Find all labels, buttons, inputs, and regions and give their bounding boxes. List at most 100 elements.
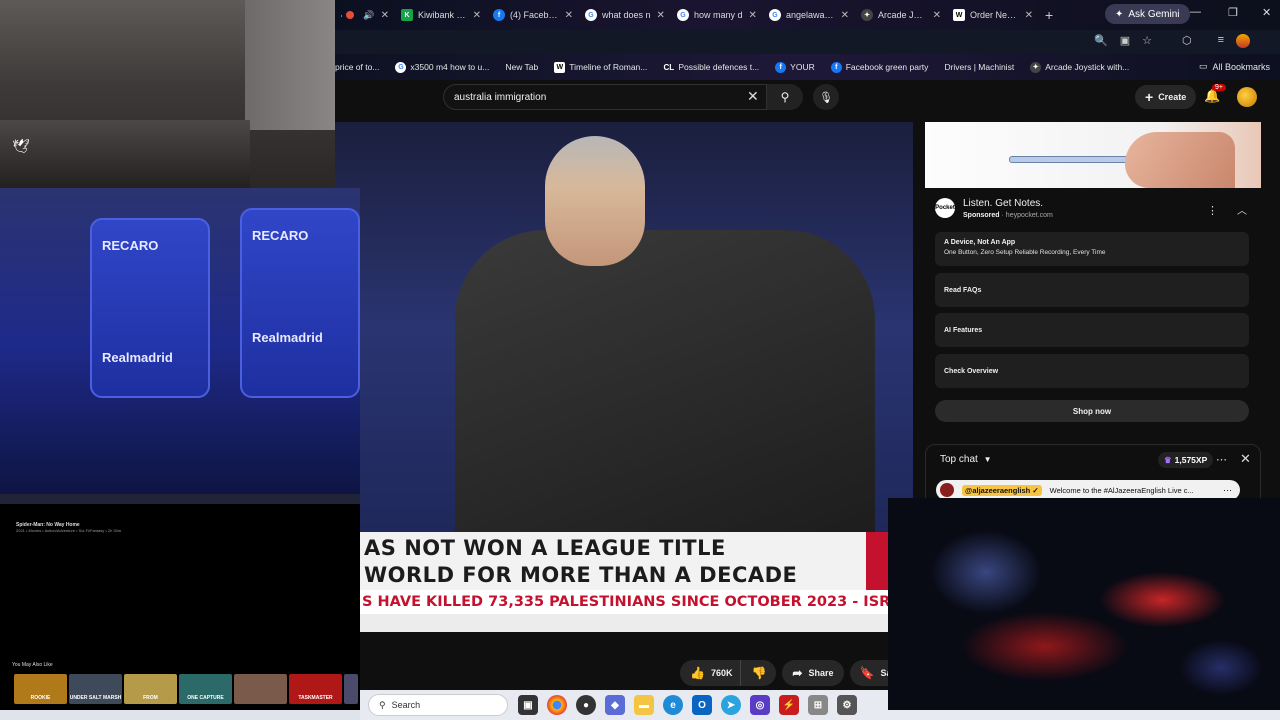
ad-banner-image[interactable] [925, 122, 1261, 188]
close-tab-icon[interactable]: ✕ [473, 10, 481, 21]
tab-label: (4) Facebook [510, 10, 559, 20]
close-tab-icon[interactable]: ✕ [933, 10, 941, 21]
bookmark-item[interactable]: Gx3500 m4 how to u... [395, 61, 489, 73]
browser-tab[interactable]: W Order New 2 ✕ [947, 2, 1039, 28]
close-window-icon[interactable]: ✕ [1262, 6, 1271, 19]
app-icon[interactable]: ◎ [750, 695, 770, 715]
app-icon[interactable]: ⊞ [808, 695, 828, 715]
zoom-icon[interactable]: 🔍 [1094, 34, 1108, 48]
movie-poster[interactable]: ONE CAPTURE [179, 674, 232, 704]
account-avatar[interactable] [1237, 87, 1257, 107]
gemini-sparkle-icon: ✦ [1115, 8, 1124, 20]
ad-link-faqs[interactable]: Read FAQs [935, 273, 1249, 307]
close-chat-icon[interactable]: ✕ [1240, 451, 1251, 467]
close-tab-icon[interactable]: ✕ [841, 10, 849, 21]
bookmark-item[interactable]: W Timeline of Roman... [554, 61, 647, 73]
browser-tab[interactable]: G angelawalsh ✕ [763, 2, 855, 28]
ad-link-ai-features[interactable]: AI Features [935, 313, 1249, 347]
xp-badge[interactable]: ♛ 1,575XP [1158, 452, 1214, 468]
bookmark-item[interactable]: price of to... [335, 62, 379, 72]
dislike-button[interactable]: 👎 [740, 660, 777, 686]
arcade-icon: ✦ [861, 9, 873, 21]
task-view-icon[interactable]: ▣ [518, 695, 538, 715]
bookmark-star-icon[interactable]: ☆ [1142, 34, 1152, 48]
settings-gear-icon[interactable]: ⚙ [837, 695, 857, 715]
bookmark-item[interactable]: f Facebook green party [830, 61, 928, 73]
tab-label: Kiwibank Inv [418, 10, 467, 20]
outlook-icon[interactable]: O [692, 695, 712, 715]
speaker-icon[interactable]: 🔊 [363, 10, 374, 21]
bookmark-item[interactable]: Drivers | Machinist [944, 62, 1014, 72]
more-options-icon[interactable]: ⋯ [1216, 453, 1227, 466]
bookmark-label: Drivers | Machinist [944, 62, 1015, 72]
top-chat-label: Top chat [940, 454, 978, 465]
close-tab-icon[interactable]: ✕ [565, 10, 573, 21]
app-icon[interactable]: ● [576, 695, 596, 715]
close-tab-icon[interactable]: ✕ [657, 10, 665, 21]
close-tab-icon[interactable]: ✕ [749, 10, 757, 21]
bookmark-item[interactable]: CL Possible defences t... [663, 62, 760, 73]
extensions-icon[interactable]: ⬡ [1182, 34, 1192, 48]
ad-title[interactable]: Listen. Get Notes. [963, 198, 1043, 209]
movie-poster[interactable]: FROM [124, 674, 177, 704]
maximize-icon[interactable]: ❐ [1228, 6, 1238, 19]
close-tab-icon[interactable]: ✕ [381, 10, 389, 21]
ad-link-device[interactable]: A Device, Not An App One Button, Zero Se… [935, 232, 1249, 266]
windows-taskbar: ⚲ Search ▣ ● ◆ ▬ e O ➤ ◎ ⚡ ⊞ ⚙ [360, 690, 888, 720]
bookmark-item[interactable]: New Tab [505, 62, 538, 72]
like-button[interactable]: 👍 760K [680, 660, 741, 686]
browser-tab[interactable]: f (4) Facebook ✕ [487, 2, 579, 28]
pocket-logo[interactable]: Pocket [935, 198, 955, 218]
bookmark-item[interactable]: f YOUR [775, 61, 815, 73]
chevron-down-icon: ▼ [983, 455, 992, 464]
chrome-icon[interactable] [547, 695, 567, 715]
search-button[interactable]: ⚲ [767, 84, 803, 110]
telegram-icon[interactable]: ➤ [721, 695, 741, 715]
search-input[interactable]: australia immigration [443, 84, 767, 110]
taskbar-search-input[interactable]: ⚲ Search [368, 694, 508, 716]
pinned-message[interactable]: @aljazeeraenglish ✓ Welcome to the #AlJa… [936, 480, 1240, 500]
recording-dot-icon [346, 11, 355, 19]
shop-now-button[interactable]: Shop now [935, 400, 1249, 422]
voice-search-button[interactable]: 🎙 [813, 84, 839, 110]
profile-avatar[interactable] [1236, 34, 1250, 48]
new-tab-button[interactable]: + [1045, 7, 1053, 23]
bookmark-item[interactable]: ✦ Arcade Joystick with... [1030, 61, 1129, 73]
thumbs-up-icon: 👍 [690, 666, 705, 680]
file-explorer-icon[interactable]: ▬ [634, 695, 654, 715]
close-tab-icon[interactable]: ✕ [1025, 10, 1033, 21]
edge-icon[interactable]: e [663, 695, 683, 715]
clear-search-icon[interactable]: ✕ [747, 88, 759, 105]
minimize-icon[interactable]: — [1190, 6, 1201, 18]
ask-gemini-button[interactable]: ✦ Ask Gemini [1105, 4, 1190, 24]
address-bar-row: 🔍 ▣ ☆ ⬡ ≡ [335, 30, 1280, 54]
app-icon[interactable]: ⚡ [779, 695, 799, 715]
movie-poster[interactable]: UNDER SALT MARSH [69, 674, 122, 704]
app-icon[interactable]: ◆ [605, 695, 625, 715]
browser-tab[interactable]: ✦ Arcade Joys ✕ [855, 2, 947, 28]
browser-tab[interactable]: 449) 🔊 ✕ [335, 2, 395, 28]
all-bookmarks-button[interactable]: ▭ All Bookmarks [1199, 61, 1270, 72]
streaming-window-tabbar [0, 494, 360, 504]
microphone-icon: 🎙 [819, 91, 833, 104]
collapse-chevron-icon[interactable]: ︿ [1237, 202, 1247, 217]
browser-tab[interactable]: K Kiwibank Inv ✕ [395, 2, 487, 28]
movie-poster[interactable]: TASKMASTER [289, 674, 342, 704]
create-button[interactable]: + Create [1135, 85, 1197, 109]
browser-tab[interactable]: G how many d ✕ [671, 2, 763, 28]
more-options-icon[interactable]: ⋯ [1223, 485, 1232, 496]
top-chat-dropdown[interactable]: Top chat ▼ [940, 454, 992, 465]
movie-poster[interactable]: ROOKIE [14, 674, 67, 704]
bookmark-label: Possible defences t... [678, 62, 760, 72]
reading-list-icon[interactable]: ≡ [1218, 34, 1224, 48]
poster-label: ONE CAPTURE [187, 695, 224, 701]
movie-poster[interactable] [234, 674, 287, 704]
cast-icon[interactable]: ▣ [1120, 34, 1130, 48]
movie-poster[interactable] [344, 674, 358, 704]
ad-link-overview[interactable]: Check Overview [935, 354, 1249, 388]
browser-tab[interactable]: G what does n ✕ [579, 2, 671, 28]
more-options-icon[interactable]: ⋮ [1207, 204, 1218, 217]
share-button[interactable]: ➦ Share [782, 660, 844, 686]
ad-link-heading: A Device, Not An App [944, 239, 1016, 246]
youtube-header: australia immigration ✕ ⚲ 🎙 + Create 🔔 9… [335, 80, 1280, 120]
